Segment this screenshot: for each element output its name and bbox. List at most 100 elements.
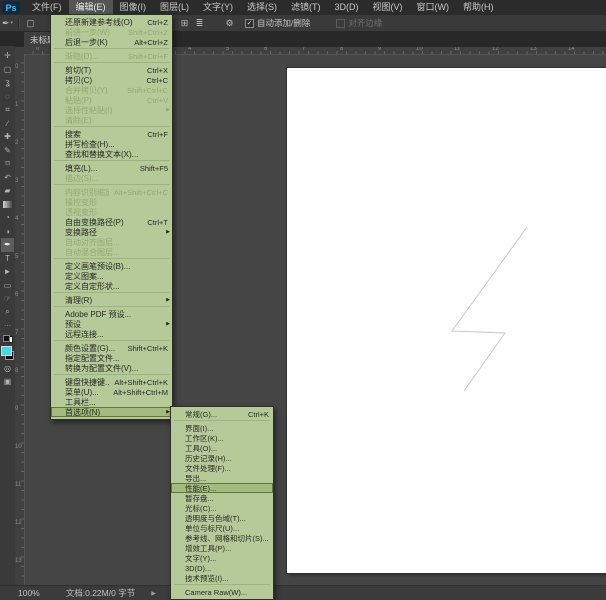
submenu-arrow-icon: ▶ (166, 319, 170, 329)
edit-menu[interactable]: 编辑(E) (69, 0, 113, 15)
align-edges-label: 对齐边缘 (348, 17, 382, 29)
edit-menu-item-assign-profile[interactable]: 指定配置文件... (51, 353, 172, 363)
preferences-item-history-log[interactable]: 历史记录(H)... (171, 453, 273, 463)
foreground-color-swatch[interactable] (1, 346, 12, 356)
eraser-tool[interactable]: ▰ (1, 184, 14, 198)
gradient-tool[interactable] (1, 198, 14, 212)
preferences-item-export[interactable]: 导出... (171, 473, 273, 483)
view-menu[interactable]: 视图(V) (366, 0, 410, 15)
shape-tool[interactable]: ▭ (1, 279, 14, 293)
preferences-item-file-handling[interactable]: 文件处理(F)... (171, 463, 273, 473)
edit-menu-shortcut-step-forward: Shift+Ctrl+Z (128, 28, 168, 37)
edit-menu-item-check-spelling[interactable]: 拼写检查(H)... (51, 139, 172, 149)
3d-menu[interactable]: 3D(D) (328, 0, 366, 15)
lasso-tool[interactable]: ʓ (1, 76, 14, 90)
path-selection-tool[interactable]: ► (1, 265, 14, 279)
edit-menu-item-undo[interactable]: 还原新建参考线(O)Ctrl+Z (51, 17, 172, 27)
edit-menu-item-define-custom-shape[interactable]: 定义自定形状... (51, 281, 172, 291)
preferences-item-tools[interactable]: 工具(O)... (171, 443, 273, 453)
brush-tool[interactable]: ✎ (1, 144, 14, 158)
edit-menu-label-step-backward: 后退一步(K) (65, 37, 129, 48)
layer-menu[interactable]: 图层(L) (153, 0, 196, 15)
file-menu[interactable]: 文件(F) (25, 0, 69, 15)
quick-mask-button[interactable]: ◎ (1, 362, 14, 376)
gear-icon[interactable]: ⚙ (223, 17, 236, 30)
rectangular-marquee-tool[interactable]: ▢ (1, 63, 14, 77)
preferences-item-scratch-disks[interactable]: 暂存盘... (171, 493, 273, 503)
path-arrangement-icon[interactable]: ≣ (193, 17, 206, 30)
edit-menu-item-find-and-replace-text[interactable]: 查找和替换文本(X)... (51, 149, 172, 159)
eyedropper-tool[interactable]: ∕ (1, 117, 14, 131)
path-alignment-icon[interactable]: ⊞ (178, 17, 191, 30)
canvas[interactable] (287, 68, 606, 573)
tool-preset-picker[interactable]: ✒ ▾ (1, 17, 14, 30)
preferences-item-performance[interactable]: 性能(E)... (171, 483, 273, 493)
ruler-tick-label: 10 (15, 444, 22, 450)
preferences-item-interface[interactable]: 界面(I)... (171, 423, 273, 433)
preferences-item-3d[interactable]: 3D(D)... (171, 563, 273, 573)
edit-menu-item-purge[interactable]: 清理(R)▶ (51, 295, 172, 305)
edit-menu-item-fill[interactable]: 填充(L)...Shift+F5 (51, 163, 172, 173)
preferences-item-cursors[interactable]: 光标(C)... (171, 503, 273, 513)
preferences-item-type[interactable]: 文字(Y)... (171, 553, 273, 563)
edit-menu-item-free-transform-path[interactable]: 自由变换路径(P)Ctrl+T (51, 217, 172, 227)
submenu-arrow-icon: ▶ (166, 227, 170, 237)
color-swatches[interactable] (1, 346, 14, 360)
vertical-ruler[interactable]: 012345678910111213 (15, 54, 25, 586)
preferences-item-workspace[interactable]: 工作区(K)... (171, 433, 273, 443)
move-tool[interactable]: ✛ (1, 49, 14, 63)
window-menu[interactable]: 窗口(W) (410, 0, 457, 15)
dodge-tool[interactable]: ◑ (1, 225, 14, 239)
edit-menu-item-toolbar[interactable]: 工具栏... (51, 397, 172, 407)
screen-mode-button[interactable]: ▣ (1, 375, 14, 389)
history-brush-tool[interactable]: ↶ (1, 171, 14, 185)
filter-menu[interactable]: 滤镜(T) (284, 0, 328, 15)
status-flyout-arrow-icon[interactable]: ▶ (151, 590, 156, 597)
edit-menu-item-paste-special: 选择性粘贴(I)▶ (51, 105, 172, 115)
zoom-level-field[interactable]: 100% (18, 588, 40, 598)
edit-menu-item-adobe-pdf-presets[interactable]: Adobe PDF 预设... (51, 309, 172, 319)
tool-mode-icon[interactable]: ▢ (24, 17, 37, 30)
preferences-item-plug-ins[interactable]: 增效工具(P)... (171, 543, 273, 553)
edit-menu-item-keyboard-shortcuts[interactable]: 键盘快捷键...Alt+Shift+Ctrl+K (51, 377, 172, 387)
edit-menu-item-step-backward[interactable]: 后退一步(K)Alt+Ctrl+Z (51, 37, 172, 47)
crop-tool[interactable]: ⌗ (1, 103, 14, 117)
edit-menu-item-preferences[interactable]: 首选项(N)▶ (51, 407, 172, 417)
image-menu[interactable]: 图像(I) (113, 0, 154, 15)
ruler-tick-label: 12 (15, 520, 22, 526)
edit-menu-item-define-pattern[interactable]: 定义图案... (51, 271, 172, 281)
preferences-item-camera-raw[interactable]: Camera Raw(W)... (171, 587, 273, 597)
edit-menu-item-cut[interactable]: 剪切(T)Ctrl+X (51, 65, 172, 75)
edit-menu-label-convert-to-profile: 转换为配置文件(V)... (65, 363, 168, 374)
preferences-item-technology-previews[interactable]: 技术预览(I)... (171, 573, 273, 583)
edit-menu-item-menus[interactable]: 菜单(U)...Alt+Shift+Ctrl+M (51, 387, 172, 397)
spot-healing-brush-tool[interactable]: ✚ (1, 130, 14, 144)
edit-menu-item-copy[interactable]: 拷贝(C)Ctrl+C (51, 75, 172, 85)
edit-menu-item-define-brush-preset[interactable]: 定义画笔预设(B)... (51, 261, 172, 271)
auto-add-delete-checkbox[interactable]: ✓ (245, 19, 254, 28)
edit-toolbar-ellipsis[interactable]: ⋯ (1, 319, 14, 333)
type-tool[interactable]: T (1, 252, 14, 266)
preferences-item-transparency-gamut[interactable]: 透明度与色域(T)... (171, 513, 273, 523)
preferences-item-general[interactable]: 常规(G)...Ctrl+K (171, 409, 273, 419)
edit-menu-item-convert-to-profile[interactable]: 转换为配置文件(V)... (51, 363, 172, 373)
default-colors-icon[interactable] (3, 335, 13, 343)
preferences-item-units-rulers[interactable]: 单位与标尺(U)... (171, 523, 273, 533)
edit-menu-item-fade: 渐隐(D)...Shift+Ctrl+F (51, 51, 172, 61)
hand-tool[interactable]: ☞ (1, 292, 14, 306)
preferences-item-guides-grid-slices[interactable]: 参考线、网格和切片(S)... (171, 533, 273, 543)
clone-stamp-tool[interactable]: ⌑ (1, 157, 14, 171)
zoom-tool[interactable]: ⌕ (1, 306, 14, 320)
type-menu[interactable]: 文字(Y) (196, 0, 240, 15)
edit-menu-item-color-settings[interactable]: 颜色设置(G)...Shift+Ctrl+K (51, 343, 172, 353)
quick-selection-tool[interactable]: ◌ (1, 90, 14, 104)
help-menu[interactable]: 帮助(H) (456, 0, 501, 15)
edit-menu-item-search[interactable]: 搜索Ctrl+F (51, 129, 172, 139)
select-menu[interactable]: 选择(S) (240, 0, 284, 15)
edit-menu-item-transform-path[interactable]: 变换路径▶ (51, 227, 172, 237)
pen-tool[interactable]: ✒ (1, 238, 14, 252)
ruler-tick-label: 5 (15, 254, 18, 260)
edit-menu-item-remote-connections[interactable]: 远程连接... (51, 329, 172, 339)
edit-menu-item-presets[interactable]: 预设▶ (51, 319, 172, 329)
blur-tool[interactable]: ◔ (1, 211, 14, 225)
